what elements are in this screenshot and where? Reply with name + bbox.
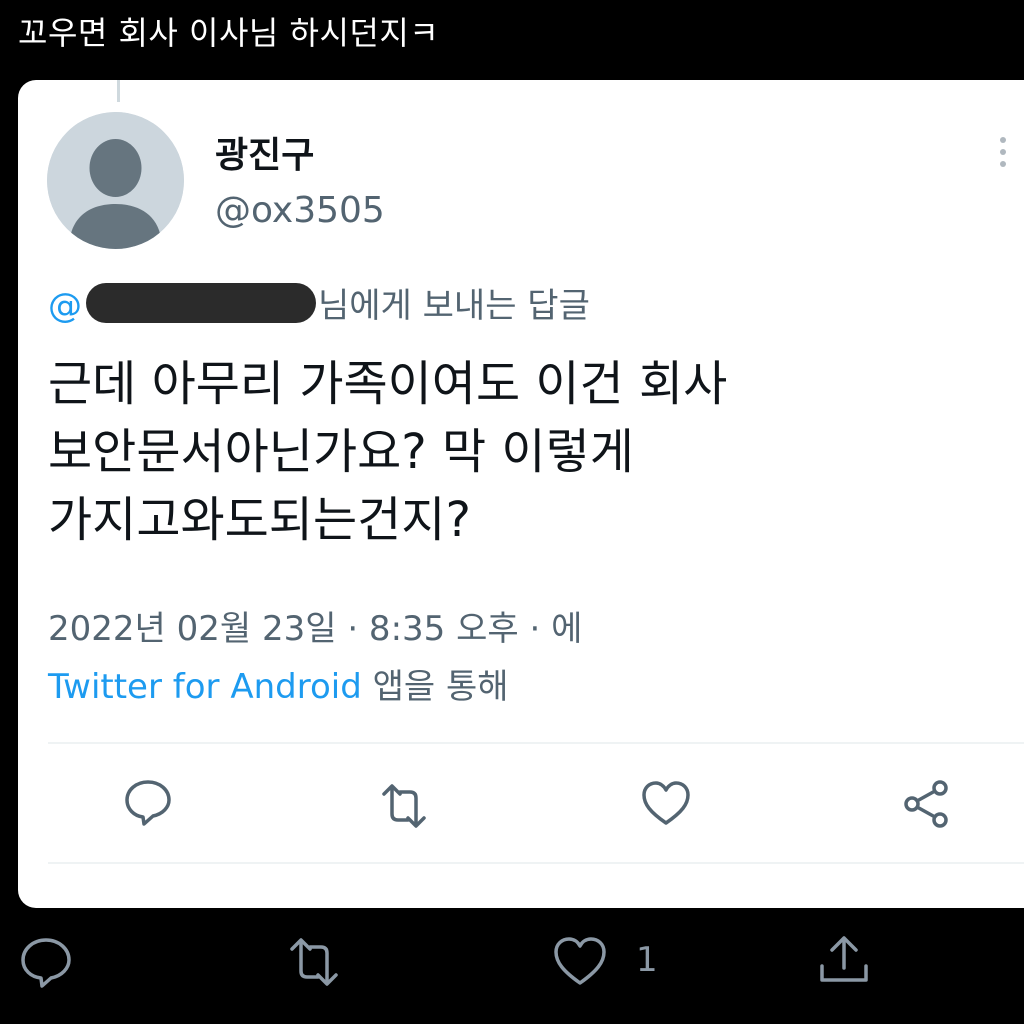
like-icon[interactable]: [640, 778, 692, 830]
divider: [48, 862, 1024, 864]
tweet-source-link[interactable]: Twitter for Android: [48, 667, 362, 707]
thread-connector-line: [117, 80, 120, 102]
default-avatar-icon: [47, 112, 184, 249]
avatar[interactable]: [47, 112, 184, 249]
divider: [48, 742, 1024, 744]
reply-to-label: 님에게 보내는 답글: [318, 286, 590, 326]
reply-icon[interactable]: [122, 776, 174, 828]
tweet-body: 근데 아무리 가족이여도 이건 회사 보안문서아닌가요? 막 이렇게 가지고와도…: [48, 356, 728, 548]
upload-icon[interactable]: [816, 932, 872, 988]
tweet-timestamp[interactable]: 2022년 02월 23일 · 8:35 오후 · 에: [48, 600, 978, 658]
more-options-icon[interactable]: [996, 134, 1010, 174]
retweet-icon[interactable]: [378, 780, 430, 832]
display-name[interactable]: 광진구: [215, 126, 314, 178]
like-icon[interactable]: [552, 934, 608, 990]
mention-prefix[interactable]: @: [48, 286, 82, 326]
tweet-metadata: 2022년 02월 23일 · 8:35 오후 · 에 Twitter for …: [48, 600, 978, 716]
share-icon[interactable]: [900, 778, 952, 830]
user-handle[interactable]: @ox3505: [215, 190, 385, 231]
reply-icon[interactable]: [18, 934, 74, 990]
like-count: 1: [636, 940, 658, 980]
outer-tweet-text: 꼬우면 회사 이사님 하시던지ㅋ: [18, 14, 440, 52]
replying-to-line: @ 님에게 보내는 답글: [48, 278, 590, 327]
retweet-icon[interactable]: [286, 934, 342, 990]
tweet-source-suffix: 앱을 통해: [361, 667, 509, 707]
redacted-username: [86, 283, 316, 323]
